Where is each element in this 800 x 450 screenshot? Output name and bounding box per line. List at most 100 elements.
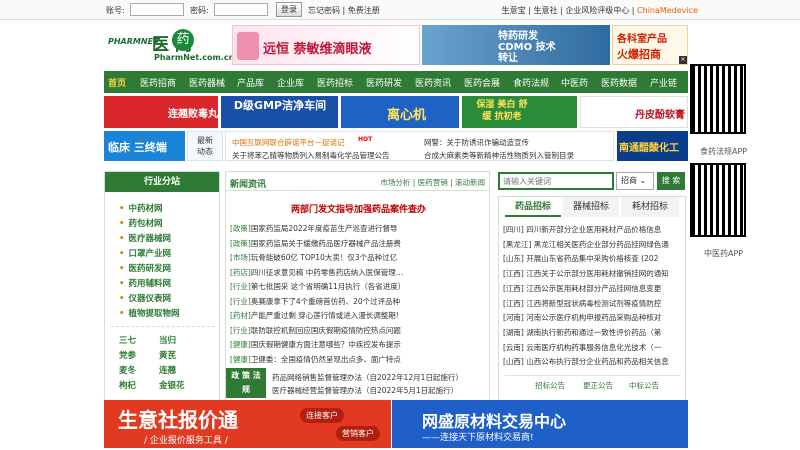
tender-row[interactable]: [江西] 江西关于公示部分医用耗材撤销挂网的通知 xyxy=(503,268,685,279)
sidebar-item-herbs[interactable]: 中药材网 xyxy=(119,202,162,214)
tender-footer-link[interactable]: 中标公告 xyxy=(629,380,659,391)
banner-quote-service[interactable]: 生意社报价通 / 企业报价服务工具 / 连接客户 营销客户 xyxy=(104,400,391,448)
tender-row[interactable]: [河南] 河南公示医疗机构申报药品采购品种核对 xyxy=(503,312,685,323)
ticker-item[interactable]: 中国互联网联合辟谣平台—捉谣记 xyxy=(232,137,345,148)
tender-row[interactable]: [山西] 山西公布执行部分企业药品和药品相关信息 xyxy=(503,356,685,367)
news-more-links[interactable]: 市场分析 | 医药营销 | 滚动新闻 xyxy=(380,177,485,188)
news-row[interactable]: [药店]四川征求意见稿 中药零售药店纳入医保管理… xyxy=(230,267,403,278)
bb2-sub: ——连接天下原材料交易商! xyxy=(422,433,534,443)
tab-drug-tender[interactable]: 药品招标 xyxy=(505,197,561,217)
news-headline[interactable]: 两部门发文指导加强药品案件查办 xyxy=(226,202,491,215)
sidebar-item-instruments[interactable]: 仪器仪表网 xyxy=(119,292,171,304)
nav-industry-chain[interactable]: 产业链 xyxy=(650,76,677,89)
tender-row[interactable]: [四川] 四川新开部分企业医用耗材产品价格信息 xyxy=(503,224,685,235)
tender-row[interactable]: [山东] 开展山东省药品集中采购价格核查 (202 xyxy=(503,253,685,264)
nav-product-db[interactable]: 产品库 xyxy=(237,76,264,89)
sidebar-item-packaging[interactable]: 药包材网 xyxy=(119,217,162,229)
qr-code-tcm-app xyxy=(690,163,746,237)
nav-tcm[interactable]: 中医药 xyxy=(561,76,588,89)
site-logo[interactable]: PHARMNET 医 网 药 PharmNet.com.cn xyxy=(106,28,234,64)
ticker-item[interactable]: 关于将苯乙腈等物质列入易制毒化学品管理公告 xyxy=(232,150,390,161)
search-bar: 招商 ⌄ 搜 索 xyxy=(498,172,686,190)
forgot-password-link[interactable]: 忘记密码 xyxy=(308,6,340,15)
herb-link[interactable]: 黄芪 xyxy=(159,349,176,361)
herb-link[interactable]: 麦冬 xyxy=(119,364,136,376)
search-button[interactable]: 搜 索 xyxy=(657,172,685,190)
banner-raw-material-center[interactable]: 网盛原材料交易中心 ——连接天下原材料交易商! xyxy=(392,400,688,448)
ad-paeonol[interactable]: 丹皮酚软膏 xyxy=(580,96,688,128)
sidebar-item-excipients[interactable]: 药用辅料网 xyxy=(119,277,171,289)
search-type-select[interactable]: 招商 ⌄ xyxy=(616,172,654,190)
shengyibao-link[interactable]: 生意宝 xyxy=(502,6,526,15)
banner-eyedrops[interactable]: 远恒 萘敏维滴眼液 xyxy=(232,25,420,65)
nav-investment[interactable]: 医药招商 xyxy=(140,76,176,89)
sidebar-item-masks[interactable]: 口罩产业网 xyxy=(119,247,171,259)
account-input[interactable] xyxy=(130,3,184,16)
nav-law[interactable]: 食药法规 xyxy=(513,76,549,89)
tender-row[interactable]: [黑龙江] 黑龙江相关医药企业部分药品挂网绿色通 xyxy=(503,239,685,250)
search-input[interactable] xyxy=(498,172,614,190)
nav-company-db[interactable]: 企业库 xyxy=(277,76,304,89)
nav-rnd[interactable]: 医药研发 xyxy=(366,76,402,89)
banner-cdmo[interactable]: 特药研发 CDMO 技术转让 xyxy=(422,25,610,65)
policy-row[interactable]: 医疗器械经营监督管理办法（自2022年5月1日起施行） xyxy=(272,385,458,396)
ticker-item[interactable]: 网警：关于防诱讯诈骗动造宣传 xyxy=(424,137,529,148)
chinamedevice-link[interactable]: ChinaMedevice xyxy=(637,6,698,15)
risk-center-link[interactable]: 企业风险评级中心 xyxy=(565,6,629,15)
ad-nantong-acetic[interactable]: 南通醋酸化工 xyxy=(617,131,688,161)
news-title-text: 奥赛康拿下了4个重磅首仿药、20个过评品种 xyxy=(250,296,401,306)
news-row[interactable]: [行业]联防联控机制回应国庆假期疫情防控热点问题 xyxy=(230,325,401,336)
nav-news[interactable]: 医药资讯 xyxy=(415,76,451,89)
herb-link[interactable]: 连翘 xyxy=(159,364,176,376)
ad-skincare[interactable]: 保湿 美白 舒缓 抗初老 xyxy=(462,96,577,128)
news-row[interactable]: [政策]国家药监局2022年度疫苗生产巡查进行督导 xyxy=(230,223,397,234)
policy-row[interactable]: 药品网络销售监督管理办法（自2022年12月1日起施行） xyxy=(272,372,463,383)
herb-link[interactable]: 金银花 xyxy=(159,379,185,391)
qr-code-law-app xyxy=(690,64,746,134)
nav-bidding[interactable]: 医药招标 xyxy=(317,76,353,89)
news-title-text: 国家药监局2022年度疫苗生产巡查进行督导 xyxy=(250,224,398,233)
herb-link[interactable]: 当归 xyxy=(159,334,176,346)
password-input[interactable] xyxy=(214,3,268,16)
nav-home[interactable]: 首页 xyxy=(108,76,126,89)
nav-expo[interactable]: 医药会展 xyxy=(464,76,500,89)
bb1-sub: / 企业报价服务工具 / xyxy=(144,436,228,446)
news-tag: [行业] xyxy=(230,296,251,306)
tab-consumable-tender[interactable]: 耗材招标 xyxy=(621,197,679,217)
tender-footer-link[interactable]: 招标公告 xyxy=(535,380,565,391)
herb-link[interactable]: 枸杞 xyxy=(119,379,136,391)
news-row[interactable]: [行业]第七批国采 这个省明确11月执行（各省进度） xyxy=(230,281,405,292)
tender-row[interactable]: [江西] 江西公示医用耗材部分产品挂网信息变更 xyxy=(503,283,685,294)
register-link[interactable]: 免费注册 xyxy=(348,6,380,15)
close-icon[interactable]: × xyxy=(679,56,687,64)
tender-row[interactable]: [云南] 云南医疗机构药事服务信息化光技术（一 xyxy=(503,342,685,353)
news-row[interactable]: [市场]玩骨能破60亿 TOP10大卖！仅3个品种过亿 xyxy=(230,252,397,263)
ticker-item[interactable]: 合成大麻素类等新精神活性物质列入管制目录 xyxy=(424,150,574,161)
sidebar-item-rnd[interactable]: 医药研发网 xyxy=(119,262,171,274)
shengyishe-link[interactable]: 生意社 xyxy=(533,6,557,15)
ad-gmp-workshop[interactable]: D级GMP洁净车间 xyxy=(221,96,338,128)
nav-data[interactable]: 医药数据 xyxy=(601,76,637,89)
sidebar-item-devices[interactable]: 医疗器械网 xyxy=(119,232,171,244)
news-tag: [健康] xyxy=(230,354,251,364)
login-button[interactable]: 登录 xyxy=(276,2,302,17)
ad-centrifuge[interactable]: 离心机 xyxy=(341,96,459,128)
news-row[interactable]: [健康]国庆假期健康方面注意哪些？中疾控发布提示 xyxy=(230,339,401,350)
ad-clinic-terminal[interactable]: 临床 三终端 xyxy=(104,131,185,161)
news-row[interactable]: [药材]产能严重过剩 穿心莲行情或进入漫长调整期! xyxy=(230,310,399,321)
news-row[interactable]: [健康]卫健委：全国疫情仍然呈现出点多、面广特点 xyxy=(230,354,401,365)
herb-link[interactable]: 三七 xyxy=(119,334,136,346)
tender-row[interactable]: [江西] 江西将新型冠状病毒检测试剂等疫情防控 xyxy=(503,298,685,309)
ad-lianqiao[interactable]: 连翘败毒丸 xyxy=(104,96,218,128)
herb-link[interactable]: 党参 xyxy=(119,349,136,361)
tab-device-tender[interactable]: 器械招标 xyxy=(563,197,619,217)
sidebar-item-extracts[interactable]: 植物提取物网 xyxy=(119,307,179,319)
bb1-pill: 营销客户 xyxy=(336,426,380,441)
banner-departments[interactable]: 各科室产品 火爆招商 × xyxy=(612,25,688,65)
tender-footer-link[interactable]: 更正公告 xyxy=(583,380,613,391)
eyedrop-box-icon xyxy=(237,32,259,60)
tender-row[interactable]: [湖南] 湖南执行新药和通过一致性评价药品（第 xyxy=(503,327,685,338)
news-row[interactable]: [行业]奥赛康拿下了4个重磅首仿药、20个过评品种 xyxy=(230,296,400,307)
news-row[interactable]: [政策]国家药监局关于缓缴药品医疗器械产品注册费 xyxy=(230,238,401,249)
nav-devices[interactable]: 医药器械 xyxy=(189,76,225,89)
